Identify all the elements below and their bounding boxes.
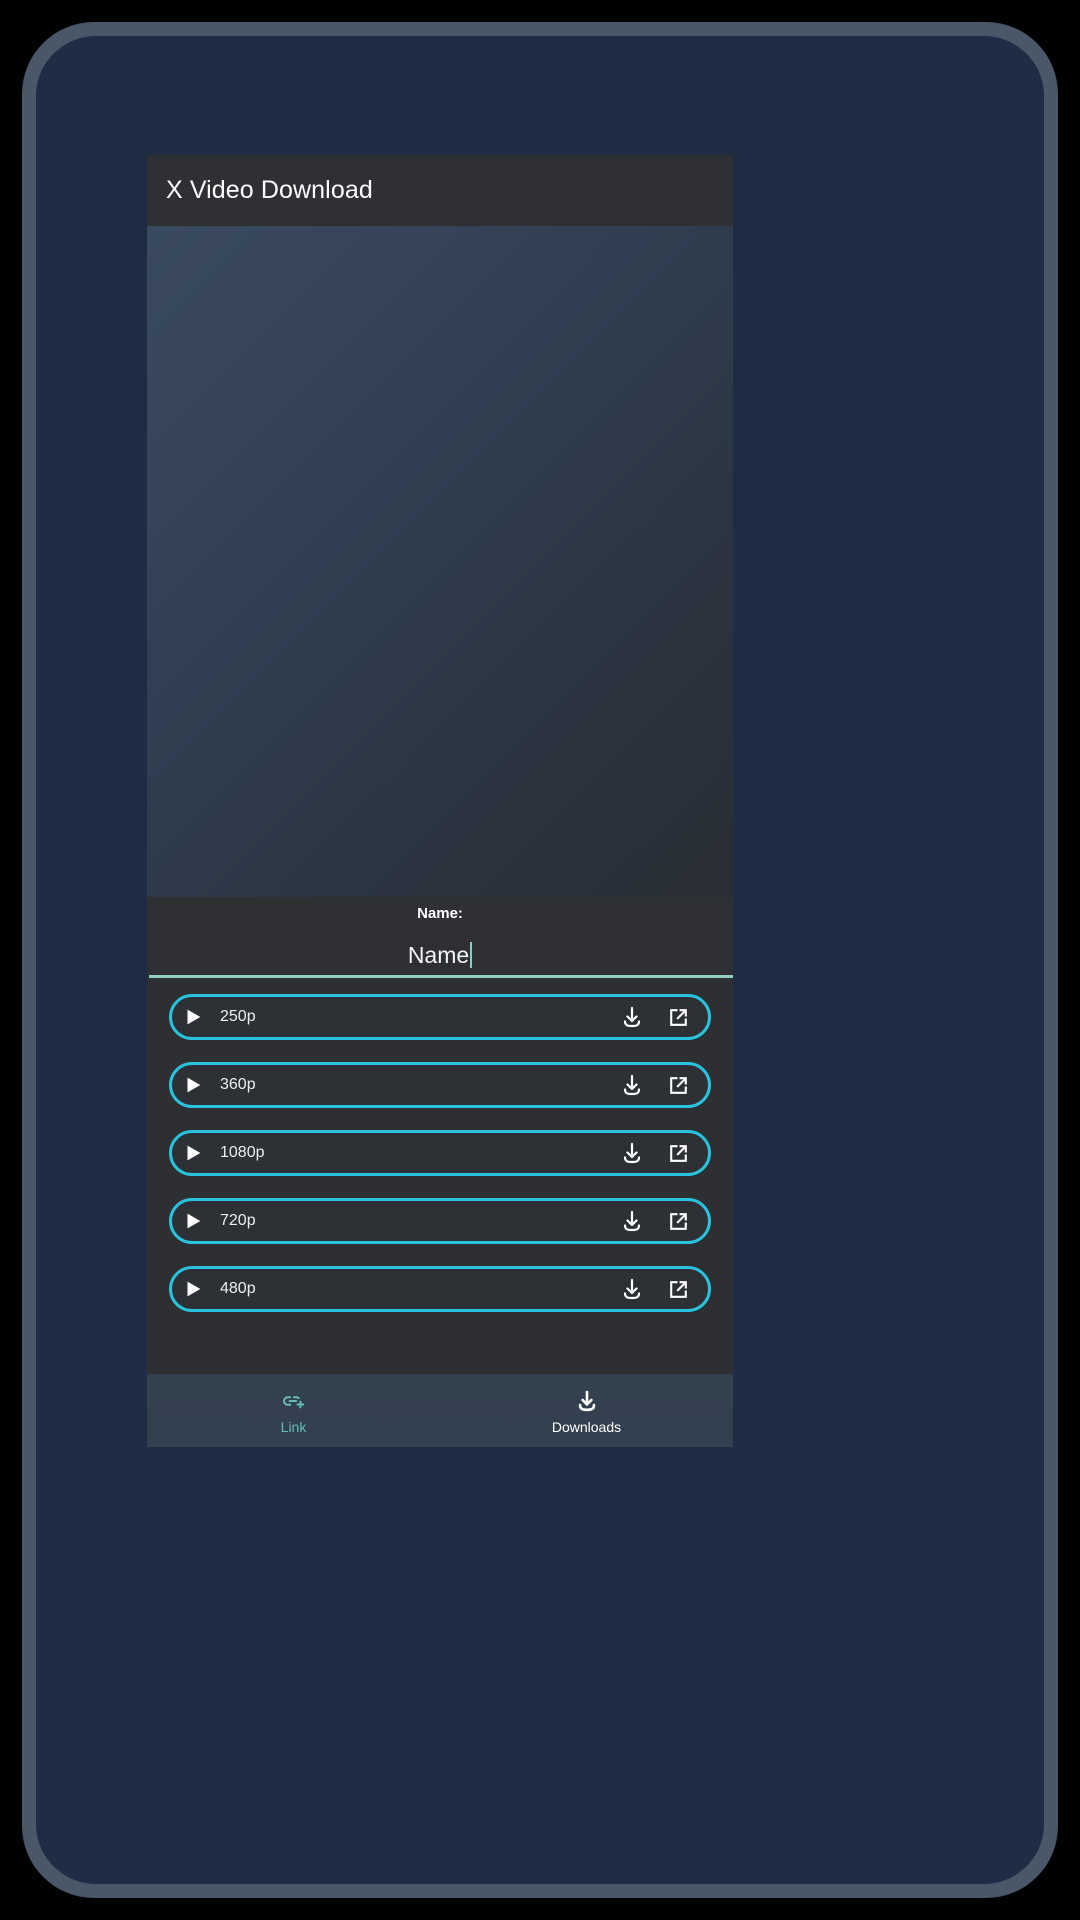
quality-label: 250p — [220, 1008, 256, 1025]
bottom-navigation: Link Downloads — [147, 1374, 733, 1447]
download-icon[interactable] — [616, 1001, 648, 1033]
download-icon[interactable] — [616, 1273, 648, 1305]
quality-row[interactable]: 720p — [169, 1198, 711, 1244]
quality-list: 250p 360p 1080p 720p 480p — [147, 978, 733, 1374]
open-in-new-icon[interactable] — [662, 1137, 694, 1169]
nav-item-downloads[interactable]: Downloads — [440, 1374, 733, 1447]
text-caret — [470, 942, 473, 968]
quality-row[interactable]: 480p — [169, 1266, 711, 1312]
quality-label: 720p — [220, 1212, 256, 1229]
app-window: X Video Download Name: Name 250p 360p 10… — [147, 155, 733, 1447]
open-in-new-icon[interactable] — [662, 1205, 694, 1237]
quality-row[interactable]: 1080p — [169, 1130, 711, 1176]
quality-label: 480p — [220, 1280, 256, 1297]
quality-label: 1080p — [220, 1144, 265, 1161]
play-icon[interactable] — [180, 1140, 206, 1166]
phone-screen: X Video Download Name: Name 250p 360p 10… — [36, 36, 1044, 1884]
name-field-section: Name: Name — [147, 897, 733, 978]
quality-row[interactable]: 250p — [169, 994, 711, 1040]
download-icon — [574, 1388, 600, 1414]
open-in-new-icon[interactable] — [662, 1273, 694, 1305]
open-in-new-icon[interactable] — [662, 1069, 694, 1101]
name-input-underline — [149, 975, 733, 978]
nav-label-link: Link — [280, 1418, 307, 1435]
page-title: X Video Download — [166, 176, 373, 204]
video-preview-area[interactable] — [147, 226, 733, 897]
open-in-new-icon[interactable] — [662, 1001, 694, 1033]
download-icon[interactable] — [616, 1137, 648, 1169]
download-icon[interactable] — [616, 1069, 648, 1101]
nav-item-link[interactable]: Link — [147, 1374, 440, 1447]
nav-label-downloads: Downloads — [551, 1418, 622, 1435]
name-label: Name: — [417, 905, 463, 922]
play-icon[interactable] — [180, 1208, 206, 1234]
play-icon[interactable] — [180, 1004, 206, 1030]
download-icon[interactable] — [616, 1205, 648, 1237]
play-icon[interactable] — [180, 1072, 206, 1098]
phone-frame: X Video Download Name: Name 250p 360p 10… — [22, 22, 1058, 1898]
quality-row[interactable]: 360p — [169, 1062, 711, 1108]
play-icon[interactable] — [180, 1276, 206, 1302]
app-bar: X Video Download — [147, 155, 733, 226]
name-input-wrap[interactable]: Name — [147, 940, 733, 970]
quality-label: 360p — [220, 1076, 256, 1093]
add-link-icon — [281, 1388, 307, 1414]
name-input[interactable]: Name — [408, 943, 469, 967]
